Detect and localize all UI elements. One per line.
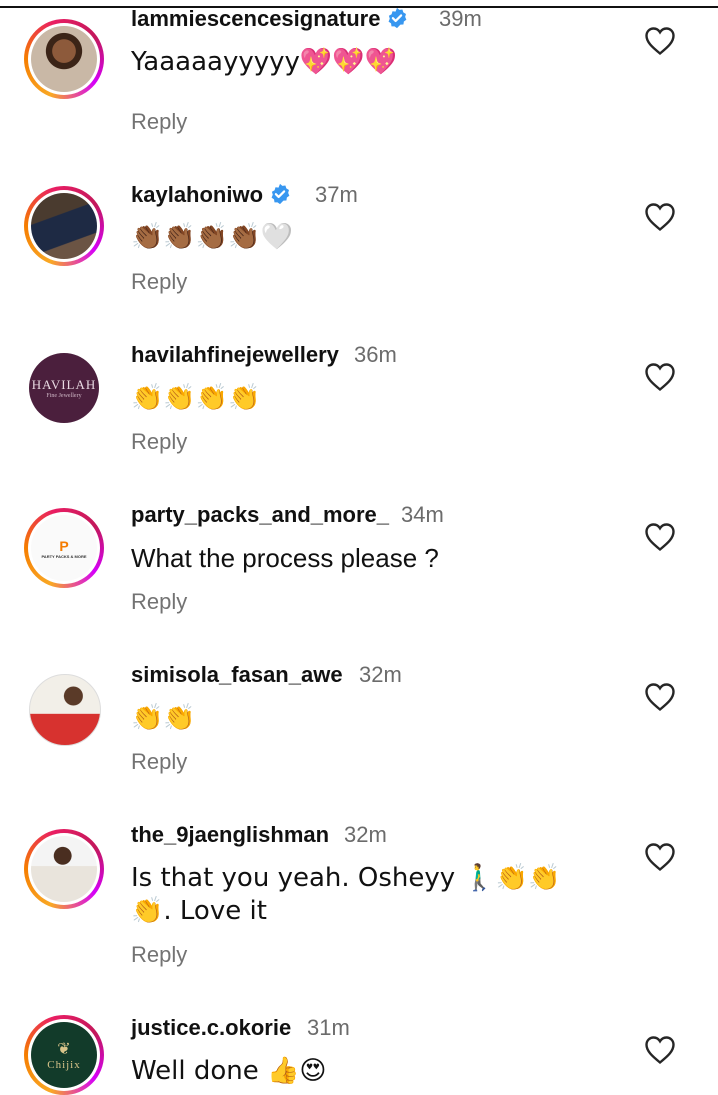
heart-icon[interactable]	[644, 522, 676, 552]
heart-icon[interactable]	[644, 682, 676, 712]
comment-username[interactable]: kaylahoniwo	[131, 182, 291, 208]
heart-icon[interactable]	[644, 842, 676, 872]
reply-button[interactable]: Reply	[131, 749, 187, 775]
party-packs-logo-icon: P	[59, 537, 69, 554]
comment-time: 36m	[354, 342, 397, 367]
reply-button[interactable]: Reply	[131, 942, 187, 968]
avatar[interactable]: ❦ Chijix	[24, 1015, 104, 1095]
comment-username[interactable]: havilahfinejewellery	[131, 342, 339, 368]
heart-icon[interactable]	[644, 26, 676, 56]
comment-time: 39m	[439, 6, 482, 31]
avatar-logo-subtext: Fine Jewellery	[46, 393, 82, 399]
heart-icon[interactable]	[644, 202, 676, 232]
comment-text: 👏🏾👏🏾👏🏾👏🏾🤍	[131, 222, 293, 252]
comment-username[interactable]: justice.c.okorie	[131, 1015, 291, 1041]
comment-text: Is that you yeah. Osheyy 🚶‍♂️👏👏👏. Love i…	[131, 863, 561, 926]
leaf-logo-icon: ❦	[57, 1041, 71, 1058]
username-text[interactable]: kaylahoniwo	[131, 182, 263, 207]
reply-button[interactable]: Reply	[131, 109, 187, 135]
heart-icon[interactable]	[644, 1035, 676, 1065]
heart-icon[interactable]	[644, 362, 676, 392]
reply-button[interactable]: Reply	[131, 269, 187, 295]
avatar[interactable]: HAVILAH Fine Jewellery	[24, 348, 104, 428]
verified-badge-icon	[271, 183, 290, 205]
verified-badge-icon	[389, 7, 407, 29]
comment-text: Well done 👍😍	[131, 1056, 327, 1086]
reply-button[interactable]: Reply	[131, 589, 187, 615]
comment-time: 34m	[401, 502, 444, 527]
comment-username[interactable]: the_9jaenglishman	[131, 822, 329, 848]
avatar-logo-text: HAVILAH	[31, 377, 97, 392]
avatar[interactable]	[24, 669, 104, 749]
username-text[interactable]: havilahfinejewellery	[131, 342, 339, 367]
comment-text: Yaaaaayyyyy💖💖💖	[131, 47, 398, 77]
username-text[interactable]: justice.c.okorie	[131, 1015, 291, 1040]
comment-time: 37m	[315, 182, 358, 207]
avatar-logo-text: Chijix	[47, 1059, 81, 1071]
comment-username[interactable]: lammiescencesignature	[131, 6, 408, 32]
comment-time: 32m	[344, 822, 387, 847]
comment-text: 👏👏👏👏	[131, 383, 261, 413]
avatar[interactable]	[24, 829, 104, 909]
username-text[interactable]: simisola_fasan_awe	[131, 662, 343, 687]
comment-text: 👏👏	[131, 703, 196, 733]
avatar[interactable]	[24, 19, 104, 99]
comment-username[interactable]: simisola_fasan_awe	[131, 662, 343, 688]
avatar[interactable]: P PARTY PACKS & MORE	[24, 508, 104, 588]
username-text[interactable]: party_packs_and_more_	[131, 502, 389, 527]
comment-time: 31m	[307, 1015, 350, 1040]
reply-button[interactable]: Reply	[131, 429, 187, 455]
avatar-logo-text: PARTY PACKS & MORE	[41, 553, 87, 559]
comment-username[interactable]: party_packs_and_more_	[131, 502, 389, 528]
comment-text: What the process please ?	[131, 543, 439, 573]
comment-time: 32m	[359, 662, 402, 687]
avatar[interactable]	[24, 186, 104, 266]
username-text[interactable]: lammiescencesignature	[131, 6, 380, 31]
username-text[interactable]: the_9jaenglishman	[131, 822, 329, 847]
